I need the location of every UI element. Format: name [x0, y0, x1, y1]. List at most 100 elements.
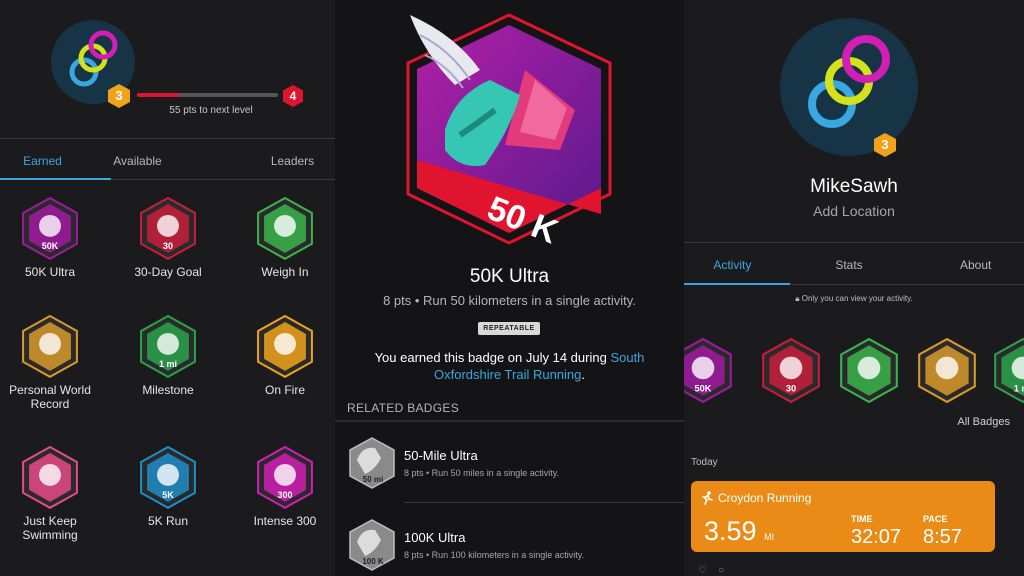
badge-label: Personal World Record	[9, 382, 91, 411]
svg-text:100 K: 100 K	[362, 557, 384, 566]
badge-row-icon[interactable]: 30	[760, 337, 822, 404]
related-badges-heading: RELATED BADGES	[347, 401, 460, 415]
related-badge-title: 50-Mile Ultra	[404, 448, 478, 463]
badge-icon	[257, 314, 313, 378]
badge-title: 50K Ultra	[469, 266, 550, 287]
tab-available[interactable]: Available	[85, 154, 180, 168]
badge-subtitle: 8 pts • Run 50 kilometers in a single ac…	[383, 293, 636, 308]
activity-distance: 3.59 MI	[704, 516, 775, 546]
badge-row-icon[interactable]	[916, 337, 978, 404]
divider	[111, 179, 335, 180]
badge-label: Milestone	[142, 382, 194, 397]
svg-text:1 mi: 1 mi	[159, 359, 177, 369]
related-badge-icon: 100 K	[349, 519, 395, 571]
activity-title: Croydon Running	[718, 491, 812, 505]
related-badge-subtitle: 8 pts • Run 100 kilometers in a single a…	[404, 550, 585, 560]
related-badge-item[interactable]: 100 K 100K Ultra 8 pts • Run 100 kilomet…	[335, 510, 684, 576]
svg-text:30: 30	[163, 241, 173, 251]
earned-suffix: .	[581, 367, 586, 382]
badge-label: Intense 300	[253, 513, 317, 528]
card-actions: ♡ ○	[698, 565, 724, 576]
running-icon	[702, 491, 713, 505]
tab-underline	[684, 283, 790, 285]
badge-icon	[22, 445, 78, 509]
badge-icon	[22, 314, 78, 378]
badge-cell[interactable]: 50K 50K Ultra	[0, 196, 100, 279]
svg-text:1 mi: 1 mi	[1014, 384, 1024, 394]
repeatable-tag: REPEATABLE	[478, 322, 540, 335]
divider	[684, 242, 1024, 243]
related-badge-icon: 50 mi	[349, 437, 395, 489]
heart-icon[interactable]: ♡	[698, 565, 707, 576]
badges-list-panel: 3 4 55 pts to next level Earned Availabl…	[0, 0, 335, 576]
earned-prefix: You earned this badge on July 14 during	[374, 350, 611, 365]
badge-label: Just Keep Swimming	[22, 513, 78, 542]
badge-tabs: Earned Available Leaders	[0, 154, 335, 168]
profile-panel: 3 MikeSawh Add Location Activity Stats A…	[684, 0, 1024, 576]
svg-text:50 mi: 50 mi	[363, 475, 383, 484]
rings-logo-icon	[808, 35, 890, 128]
badge-icon: 30	[140, 196, 196, 260]
badge-cell[interactable]: On Fire	[235, 314, 335, 397]
related-badge-subtitle: 8 pts • Run 50 miles in a single activit…	[404, 468, 560, 478]
today-heading: Today	[691, 457, 718, 468]
badge-cell[interactable]: Weigh In	[235, 196, 335, 279]
tab-about[interactable]: About	[897, 258, 1024, 272]
profile-tabs: Activity Stats About	[684, 258, 1024, 272]
svg-text:50K: 50K	[695, 384, 712, 394]
related-badge-title: 100K Ultra	[404, 530, 466, 545]
badge-row-icon[interactable]: 50K	[684, 337, 734, 404]
all-badges-link[interactable]: All Badges	[957, 416, 1010, 428]
svg-text:50K: 50K	[42, 241, 59, 251]
next-level-badge: 4	[283, 85, 303, 107]
badge-icon: 1 mi	[140, 314, 196, 378]
badge-icon	[257, 196, 313, 260]
comment-icon[interactable]: ○	[718, 565, 724, 576]
distance-unit: MI	[764, 532, 775, 542]
divider	[790, 284, 1024, 285]
divider	[335, 420, 684, 422]
earned-text: You earned this badge on July 14 during …	[355, 349, 664, 383]
username: MikeSawh	[810, 176, 898, 197]
hero-badge: 50 K	[406, 13, 612, 252]
divider	[0, 138, 335, 139]
badge-cell[interactable]: 30 30-Day Goal	[118, 196, 218, 279]
badge-label: Weigh In	[261, 264, 309, 279]
svg-text:5K: 5K	[162, 490, 174, 500]
badge-cell[interactable]: 5K 5K Run	[118, 445, 218, 528]
time-label: TIME	[851, 514, 873, 524]
tab-stats[interactable]: Stats	[791, 258, 898, 272]
badge-label: 5K Run	[147, 513, 189, 528]
pace-label: PACE	[923, 514, 948, 524]
badge-detail-panel: 50 K 50K Ultra 8 pts • Run 50 kilometers…	[335, 0, 684, 576]
divider	[404, 502, 684, 503]
tab-earned[interactable]: Earned	[0, 154, 85, 168]
pace-value: 8:57	[923, 526, 962, 548]
activity-card[interactable]: Croydon Running 3.59 MI TIME 32:07 PACE …	[691, 481, 995, 552]
add-location-link[interactable]: Add Location	[684, 203, 1024, 219]
badge-label: 50K Ultra	[24, 264, 76, 279]
svg-text:30: 30	[786, 384, 796, 394]
badge-label: 30-Day Goal	[134, 264, 202, 279]
badge-cell[interactable]: Personal World Record	[0, 314, 100, 411]
tab-leaders[interactable]: Leaders	[180, 154, 335, 168]
tab-underline	[0, 178, 111, 180]
level-progress-fill	[137, 93, 180, 97]
related-badge-item[interactable]: 50 mi 50-Mile Ultra 8 pts • Run 50 miles…	[335, 428, 684, 498]
badge-cell[interactable]: 300 Intense 300	[235, 445, 335, 528]
profile-avatar[interactable]	[780, 18, 918, 156]
badge-label: On Fire	[264, 382, 305, 397]
badge-row-icon[interactable]: 1 mi	[992, 337, 1024, 404]
badge-icon: 50K	[22, 196, 78, 260]
privacy-note: 🔒︎ Only you can view your activity.	[795, 294, 913, 303]
tab-activity[interactable]: Activity	[684, 258, 791, 272]
badge-cell[interactable]: 1 mi Milestone	[118, 314, 218, 397]
level-progress-bar	[137, 93, 278, 97]
badge-cell[interactable]: Just Keep Swimming	[0, 445, 100, 542]
svg-text:300: 300	[278, 490, 293, 500]
badge-row-icon[interactable]	[838, 337, 900, 404]
badge-icon: 300	[257, 445, 313, 509]
badge-icon: 5K	[140, 445, 196, 509]
time-value: 32:07	[851, 526, 902, 548]
points-to-next-level: 55 pts to next level	[169, 105, 253, 116]
